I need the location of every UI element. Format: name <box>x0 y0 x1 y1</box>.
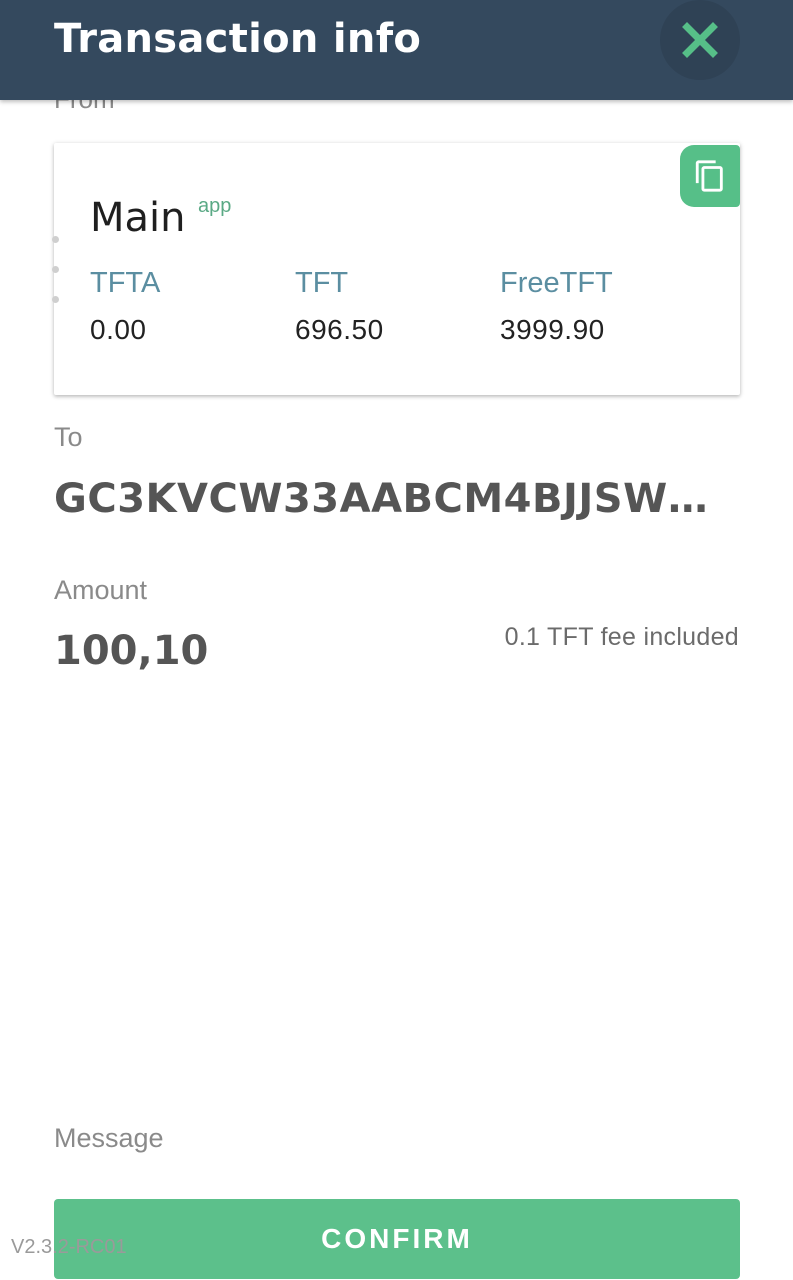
indicator-dot <box>52 236 59 243</box>
version-label: V2.3.2-RC01 <box>11 1236 127 1258</box>
balance-tft: TFT 696.50 <box>295 267 384 346</box>
balance-amount: 3999.90 <box>500 314 605 345</box>
amount-label: Amount <box>54 575 148 605</box>
indicator-dot <box>52 296 59 303</box>
recipient-address: GC3KVCW33AABCM4BJJSWUP... <box>54 476 740 522</box>
wallet-name: Main <box>90 195 186 241</box>
header-bar: Transaction info <box>0 0 793 100</box>
copy-icon <box>695 160 723 192</box>
copy-button[interactable] <box>680 145 740 207</box>
transaction-info-screen: Transaction info From Main app TFTA 0.00… <box>0 0 793 1280</box>
page-title: Transaction info <box>54 16 422 62</box>
to-label: To <box>54 422 83 452</box>
indicator-dot <box>52 266 59 273</box>
message-label: Message <box>54 1123 164 1153</box>
page-indicator-dots <box>52 236 60 326</box>
balance-currency: FreeTFT <box>500 267 613 299</box>
balance-freetft: FreeTFT 3999.90 <box>500 267 613 346</box>
wallet-tag: app <box>198 195 232 217</box>
balance-amount: 696.50 <box>295 314 384 345</box>
wallet-card: Main app TFTA 0.00 TFT 696.50 FreeTFT 39… <box>54 143 740 395</box>
close-icon <box>682 22 718 58</box>
balance-tfta: TFTA 0.00 <box>90 267 160 346</box>
confirm-button[interactable]: CONFIRM <box>54 1199 740 1279</box>
balance-currency: TFT <box>295 267 349 299</box>
close-button[interactable] <box>660 0 740 80</box>
balance-amount: 0.00 <box>90 314 147 345</box>
balance-currency: TFTA <box>90 267 161 299</box>
amount-value: 100,10 <box>54 628 209 674</box>
fee-note: 0.1 TFT fee included <box>504 623 739 651</box>
